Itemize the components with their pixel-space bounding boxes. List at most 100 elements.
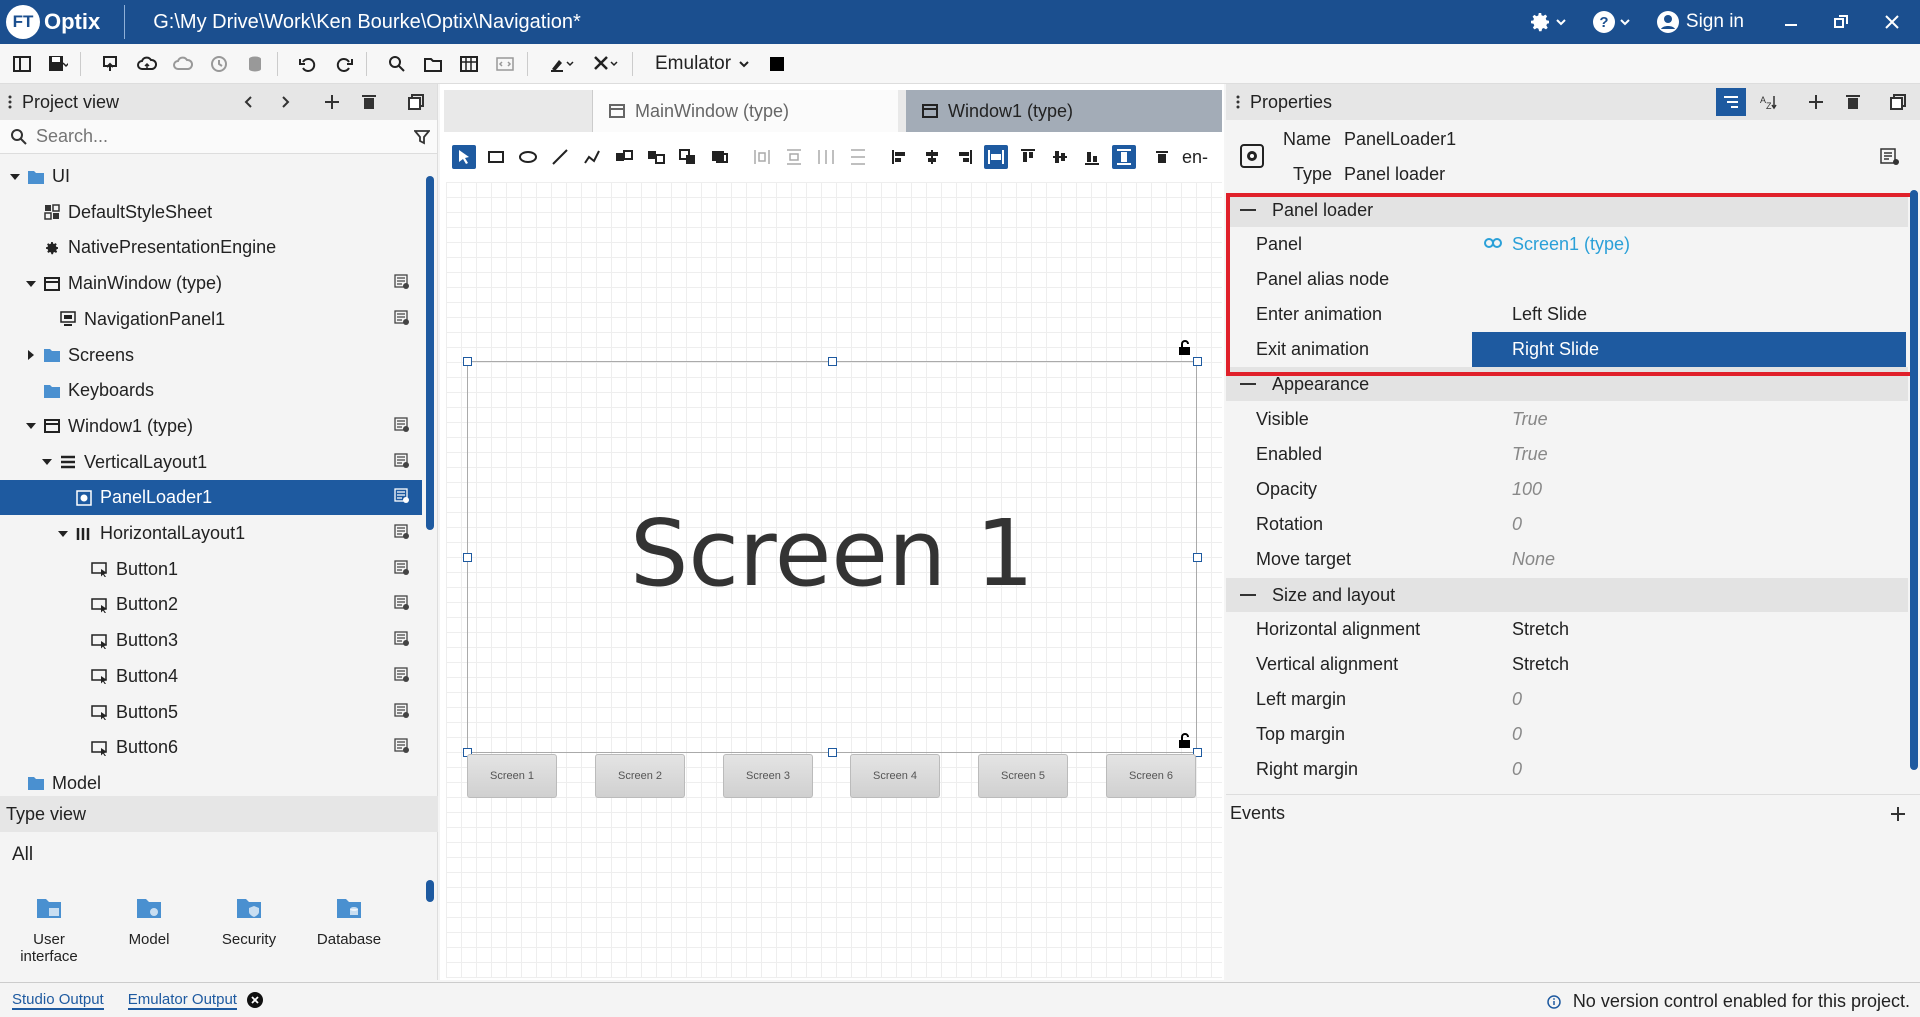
tree-item-ui[interactable]: UI: [0, 159, 422, 194]
tree-item-window1-type[interactable]: Window1 (type): [0, 409, 422, 444]
properties-scrollbar[interactable]: [1910, 190, 1918, 770]
section-size-layout[interactable]: Size and layout: [1226, 578, 1908, 612]
add-icon[interactable]: [1808, 94, 1824, 110]
edit-properties-icon[interactable]: [394, 738, 410, 754]
property-value[interactable]: None: [1512, 549, 1555, 570]
property-row-horizontal-alignment[interactable]: Horizontal alignment Stretch: [1226, 612, 1908, 647]
delete-icon[interactable]: [1846, 94, 1860, 110]
history-button[interactable]: [205, 50, 233, 78]
emulator-dropdown[interactable]: Emulator: [641, 53, 749, 75]
redo-button[interactable]: [330, 50, 358, 78]
property-row-opacity[interactable]: Opacity 100: [1226, 472, 1908, 507]
property-value[interactable]: Stretch: [1512, 619, 1569, 640]
tree-item-button1[interactable]: Button1: [0, 552, 422, 587]
tab-window1[interactable]: Window1 (type): [906, 90, 1222, 132]
library-button[interactable]: [455, 50, 483, 78]
edit-properties-icon[interactable]: [394, 702, 410, 719]
distribute-h-button[interactable]: [750, 145, 774, 169]
add-icon[interactable]: [324, 94, 340, 110]
edit-properties-icon[interactable]: [394, 560, 410, 576]
property-value[interactable]: 0: [1512, 759, 1522, 780]
rectangle-tool-button[interactable]: [484, 145, 508, 169]
minimize-button[interactable]: [1784, 15, 1798, 29]
edit-properties-icon[interactable]: [394, 667, 410, 683]
property-row-rotation[interactable]: Rotation 0: [1226, 507, 1908, 542]
polyline-tool-button[interactable]: [580, 145, 604, 169]
tree-item-button3[interactable]: Button3: [0, 623, 422, 658]
layout-button[interactable]: [8, 50, 36, 78]
align-bottom-button[interactable]: [1080, 145, 1104, 169]
type-item-user-interface[interactable]: User interface: [4, 895, 94, 965]
drag-handle-icon[interactable]: [8, 94, 12, 110]
expand-arrow-icon[interactable]: [24, 277, 38, 291]
sign-in-button[interactable]: Sign in: [1656, 10, 1744, 34]
upload-button[interactable]: [133, 50, 161, 78]
edit-type-icon[interactable]: [1880, 148, 1900, 166]
type-view-scrollbar[interactable]: [426, 880, 434, 902]
restore-button[interactable]: [1834, 15, 1848, 29]
tree-item-mainwindow-type[interactable]: MainWindow (type): [0, 266, 422, 301]
tree-item-defaultstylesheet[interactable]: DefaultStyleSheet: [0, 195, 422, 230]
tools-button[interactable]: [588, 50, 624, 78]
edit-properties-icon[interactable]: [394, 488, 410, 504]
line-tool-button[interactable]: [548, 145, 572, 169]
tree-item-button4[interactable]: Button4: [0, 659, 422, 694]
tree-item-button5[interactable]: Button5: [0, 695, 422, 730]
tree-item-screens[interactable]: Screens: [0, 338, 422, 373]
property-value[interactable]: 0: [1512, 514, 1522, 535]
close-output-icon[interactable]: [246, 992, 263, 1008]
type-view-filter[interactable]: All: [12, 844, 33, 866]
ellipse-tool-button[interactable]: [516, 145, 540, 169]
locale-selector[interactable]: en-: [1182, 147, 1208, 168]
edit-properties-icon[interactable]: [394, 524, 410, 540]
send-back-button[interactable]: [708, 145, 732, 169]
space-v-button[interactable]: [846, 145, 870, 169]
tree-item-navigationpanel1[interactable]: NavigationPanel1: [0, 302, 422, 337]
tab-studio-output[interactable]: Studio Output: [12, 991, 104, 1010]
collapse-arrow-icon[interactable]: [24, 348, 38, 362]
sort-view-button[interactable]: [1716, 88, 1746, 116]
add-event-icon[interactable]: [1890, 806, 1906, 822]
edit-properties-icon[interactable]: [394, 452, 410, 469]
cloud-button[interactable]: [169, 50, 197, 78]
unlock-icon[interactable]: [1178, 733, 1194, 749]
distribute-v-button[interactable]: [782, 145, 806, 169]
code-button[interactable]: [491, 50, 519, 78]
chevron-left-icon[interactable]: [244, 96, 254, 108]
property-row-top-margin[interactable]: Top margin 0: [1226, 717, 1908, 752]
nav-button-screen-5[interactable]: Screen 5: [978, 754, 1068, 798]
type-item-model[interactable]: Model: [104, 895, 194, 948]
delete-icon[interactable]: [362, 94, 376, 110]
bring-front-button[interactable]: [676, 145, 700, 169]
duplicate-icon[interactable]: [408, 94, 424, 110]
property-row-vertical-alignment[interactable]: Vertical alignment Stretch: [1226, 647, 1908, 682]
group-tool-button[interactable]: [612, 145, 636, 169]
filter-icon[interactable]: [414, 129, 430, 145]
tree-item-verticallayout1[interactable]: VerticalLayout1: [0, 445, 422, 480]
property-value[interactable]: True: [1512, 409, 1548, 430]
unlock-icon[interactable]: [1178, 340, 1194, 356]
resize-handle[interactable]: [1193, 357, 1202, 366]
duplicate-icon[interactable]: [1890, 94, 1906, 110]
property-row-move-target[interactable]: Move target None: [1226, 542, 1908, 577]
align-left-button[interactable]: [888, 145, 912, 169]
tree-item-horizontallayout1[interactable]: HorizontalLayout1: [0, 516, 422, 551]
edit-properties-icon[interactable]: [394, 631, 410, 647]
type-item-database[interactable]: Database: [304, 895, 394, 948]
expand-arrow-icon[interactable]: [8, 170, 22, 184]
property-value[interactable]: True: [1512, 444, 1548, 465]
settings-menu-button[interactable]: [1528, 10, 1566, 34]
property-value[interactable]: 0: [1512, 724, 1522, 745]
edit-properties-icon[interactable]: [394, 274, 410, 290]
save-button[interactable]: [44, 50, 72, 78]
align-center-button[interactable]: [920, 145, 944, 169]
edit-properties-icon[interactable]: [394, 417, 410, 433]
space-h-button[interactable]: [814, 145, 838, 169]
tree-item-keyboards[interactable]: Keyboards: [0, 373, 422, 408]
property-row-visible[interactable]: Visible True: [1226, 402, 1908, 437]
collapse-section-icon[interactable]: [1240, 594, 1256, 596]
property-row-enabled[interactable]: Enabled True: [1226, 437, 1908, 472]
undo-button[interactable]: [294, 50, 322, 78]
search-button[interactable]: [383, 50, 411, 78]
name-value[interactable]: PanelLoader1: [1344, 129, 1456, 150]
